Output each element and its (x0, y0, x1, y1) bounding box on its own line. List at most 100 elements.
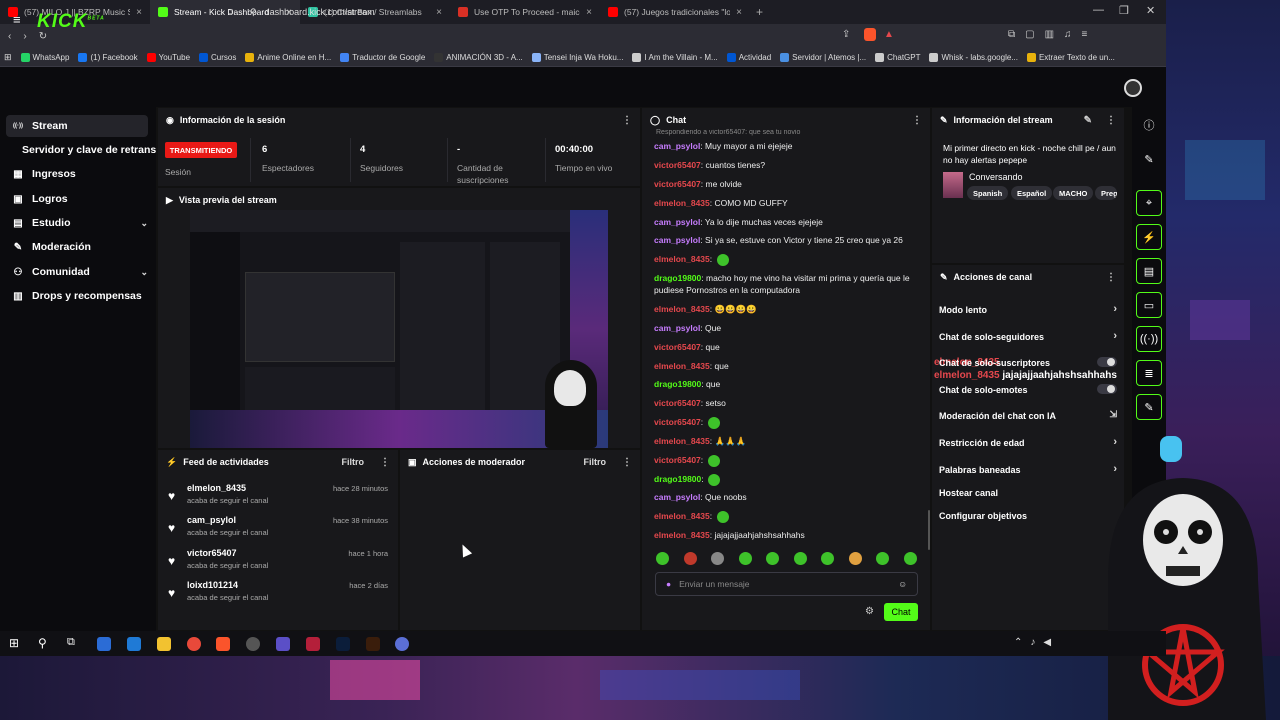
emote-picker-icon[interactable] (793, 552, 807, 565)
mod-filter-button[interactable]: Filtro (584, 457, 607, 467)
channel-action-item[interactable]: Modo lento › (939, 303, 1119, 315)
lightning-icon[interactable]: ⚡ (1136, 224, 1162, 250)
stream-tag[interactable]: MACHO (1053, 186, 1094, 200)
volume-icon[interactable]: ◀ (1043, 637, 1051, 648)
chat-username[interactable]: elmelon_8435 (654, 198, 710, 208)
close-tab-icon[interactable]: × (136, 7, 142, 18)
back-icon[interactable]: ‹ (8, 31, 11, 42)
emote-picker-icon[interactable] (711, 552, 724, 565)
forward-icon[interactable]: › (23, 31, 26, 42)
site-info-icon[interactable]: ⚲ (250, 7, 257, 18)
emote-picker-icon[interactable] (656, 552, 669, 565)
more-options-icon[interactable]: ⋮ (622, 457, 632, 468)
broadcast-icon[interactable]: ((·)) (1136, 326, 1162, 352)
search-icon[interactable]: ⚲ (38, 636, 52, 650)
emote-picker-icon[interactable] (821, 552, 834, 565)
sidebar-item[interactable]: ▥ Drops y recompensas (6, 285, 148, 307)
chevron-down-icon[interactable]: ⌄ (140, 218, 148, 229)
toggle-switch[interactable] (1097, 357, 1117, 367)
chat-username[interactable]: drago19800 (654, 474, 701, 484)
emote-picker-icon[interactable] (876, 552, 889, 565)
extension-icon[interactable]: ⧉ (1008, 29, 1015, 40)
channel-action-item[interactable]: Palabras baneadas › (939, 463, 1119, 475)
chevron-right-icon[interactable]: › (1113, 436, 1117, 448)
chat-username[interactable]: elmelon_8435 (654, 530, 710, 540)
layout-icon[interactable]: ⌖ (1136, 190, 1162, 216)
stream-tag[interactable]: Preg (1095, 186, 1117, 200)
channel-action-item[interactable]: Configurar objetivos (939, 511, 1119, 521)
app-icon-2[interactable] (306, 637, 320, 651)
stream-tag[interactable]: Spanish (967, 186, 1009, 200)
chat-icon[interactable]: ▭ (1136, 292, 1162, 318)
music-icon[interactable]: ♫ (1064, 29, 1072, 40)
sidebar-item[interactable]: ▣ Logros (6, 188, 148, 210)
channel-action-item[interactable]: Hostear canal (939, 488, 1119, 498)
chat-username[interactable]: elmelon_8435 (654, 254, 710, 264)
bookmark-item[interactable]: Servidor | Atemos |... (780, 52, 866, 62)
bookmark-item[interactable]: ChatGPT (875, 52, 920, 62)
more-options-icon[interactable]: ⋮ (1106, 272, 1116, 283)
bookmark-icon[interactable]: ⌑ (228, 7, 233, 18)
chat-username[interactable]: drago19800 (654, 273, 701, 283)
kick-logo[interactable]: KICKBETA (37, 11, 105, 33)
discord-icon[interactable] (395, 637, 409, 651)
send-chat-button[interactable]: Chat (884, 603, 918, 621)
chat-username[interactable]: victor65407 (654, 179, 701, 189)
bookmark-item[interactable]: ANIMACIÓN 3D - A... (434, 52, 523, 62)
menu-icon[interactable]: ≡ (1082, 29, 1088, 40)
chat-username[interactable]: elmelon_8435 (654, 361, 710, 371)
emote-picker-icon[interactable] (766, 552, 779, 565)
feed-filter-button[interactable]: Filtro (342, 457, 365, 467)
chat-username[interactable]: cam_psylol (654, 235, 700, 245)
feed-username[interactable]: victor65407 (187, 548, 237, 558)
list-icon[interactable]: ≣ (1136, 360, 1162, 386)
chat-username[interactable]: victor65407 (654, 160, 701, 170)
stream-category[interactable]: Conversando (969, 172, 1023, 182)
chat-username[interactable]: elmelon_8435 (654, 304, 710, 314)
mic-tray-icon[interactable]: ♪ (1030, 637, 1035, 648)
ai-moderation-icon[interactable]: ⇲ (1109, 409, 1117, 420)
sidebar-toggle-icon[interactable]: ▥ (1045, 29, 1054, 40)
info-icon[interactable]: ⓘ (1136, 112, 1162, 138)
channel-action-item[interactable]: Chat de solo-emotes (939, 384, 1119, 395)
emote-picker-icon[interactable] (903, 552, 917, 565)
chevron-right-icon[interactable]: › (1113, 463, 1117, 475)
sidebar-item[interactable]: ▤ Estudio ⌄ (6, 212, 148, 234)
edge-icon[interactable] (97, 637, 111, 651)
toggle-switch[interactable] (1097, 384, 1117, 394)
profile-avatar[interactable] (1124, 79, 1142, 97)
word-icon[interactable] (127, 637, 141, 651)
mic-icon[interactable]: ● (666, 579, 671, 589)
emote-picker-icon[interactable] (683, 552, 697, 565)
photoshop-icon[interactable] (336, 637, 350, 651)
channel-action-item[interactable]: Chat de solo-seguidores › (939, 330, 1119, 342)
bookmark-item[interactable]: WhatsApp (20, 52, 69, 62)
bookmark-item[interactable]: (1) Facebook (78, 52, 138, 62)
chat-username[interactable]: elmelon_8435 (654, 511, 710, 521)
emote-picker-icon[interactable] (738, 552, 752, 565)
chat-username[interactable]: cam_psylol (654, 323, 700, 333)
bookmark-item[interactable]: Cursos (199, 52, 236, 62)
notes-icon[interactable]: ▤ (1136, 258, 1162, 284)
chat-username[interactable]: cam_psylol (654, 141, 700, 151)
feed-username[interactable]: elmelon_8435 (187, 483, 246, 493)
chat-input[interactable]: ● Enviar un mensaje ☺ (655, 572, 918, 596)
edit-icon[interactable]: ✎ (1084, 115, 1092, 126)
brave-icon[interactable] (216, 637, 230, 651)
bookmark-item[interactable]: YouTube (146, 52, 190, 62)
close-window-icon[interactable]: ✕ (1146, 4, 1155, 17)
bookmark-item[interactable]: I Am the Villain - M... (632, 52, 718, 62)
chat-username[interactable]: victor65407 (654, 417, 701, 427)
emoji-icon[interactable]: ☺ (898, 579, 907, 589)
bookmark-item[interactable]: Whisk - labs.google... (929, 52, 1018, 62)
wrench-icon[interactable]: ✎ (1136, 394, 1162, 420)
bookmark-item[interactable]: Traductor de Google (340, 52, 425, 62)
channel-action-item[interactable]: Moderación del chat con IA ⇲ (939, 409, 1119, 421)
screenshot-icon[interactable]: ▢ (1025, 29, 1034, 40)
chat-username[interactable]: victor65407 (654, 455, 701, 465)
sidebar-item[interactable]: ⚇ Comunidad ⌄ (6, 261, 148, 283)
address-bar[interactable]: ⌑ ⚲ dashboard.kick.com/stream (228, 3, 910, 21)
edit-icon[interactable]: ✎ (1136, 146, 1162, 172)
bookmark-item[interactable]: Extraer Texto de un... (1026, 52, 1115, 62)
bookmark-item[interactable]: Tensei Inja Wa Hoku... (531, 52, 623, 62)
